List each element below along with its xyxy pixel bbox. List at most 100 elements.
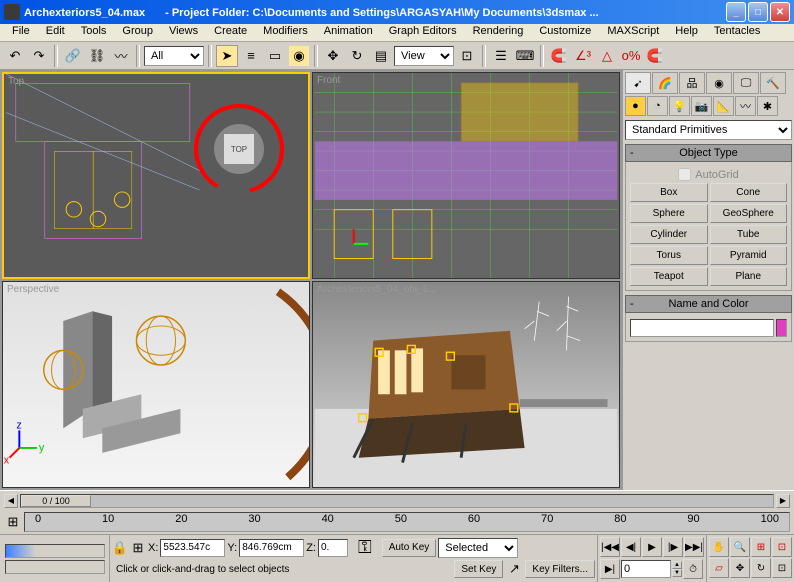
teapot-button[interactable]: Teapot <box>630 267 708 286</box>
menu-customize[interactable]: Customize <box>531 24 599 41</box>
menu-help[interactable]: Help <box>667 24 706 41</box>
percent-snap-button[interactable]: △ <box>596 45 618 67</box>
menu-maxscript[interactable]: MAXScript <box>599 24 667 41</box>
undo-button[interactable]: ↶ <box>4 45 26 67</box>
key-mode-dropdown[interactable]: Selected <box>438 538 518 558</box>
z-input[interactable] <box>318 539 348 557</box>
object-name-input[interactable] <box>630 319 774 337</box>
select-region-button[interactable]: ▭ <box>264 45 286 67</box>
snap-toggle-button[interactable]: 🧲 <box>548 45 570 67</box>
snap-options-button[interactable]: 🧲 <box>644 45 666 67</box>
menu-views[interactable]: Views <box>161 24 206 41</box>
fov-button[interactable]: ▱ <box>709 558 729 578</box>
redo-button[interactable]: ↷ <box>28 45 50 67</box>
autokey-button[interactable]: Auto Key <box>382 539 437 557</box>
time-config-button[interactable]: ⏱ <box>683 559 703 579</box>
torus-button[interactable]: Torus <box>630 246 708 265</box>
track-right-button[interactable]: ▶ <box>776 494 790 508</box>
rotate-button[interactable]: ↻ <box>346 45 368 67</box>
display-tab[interactable]: 🖵 <box>733 72 759 94</box>
viewport-front[interactable]: Front <box>312 72 620 279</box>
move-button[interactable]: ✥ <box>322 45 344 67</box>
abs-rel-button[interactable]: ⊞ <box>130 540 146 556</box>
cone-button[interactable]: Cone <box>710 183 788 202</box>
create-tab[interactable]: ➹ <box>625 72 651 94</box>
zoom-all-button[interactable]: ⊞ <box>751 537 771 557</box>
utilities-tab[interactable]: 🔨 <box>760 72 786 94</box>
menu-tools[interactable]: Tools <box>73 24 115 41</box>
spinner-snap-button[interactable]: o% <box>620 45 642 67</box>
hierarchy-tab[interactable]: 品 <box>679 72 705 94</box>
systems-subtab[interactable]: ✱ <box>757 96 778 116</box>
motion-tab[interactable]: ◉ <box>706 72 732 94</box>
link-button[interactable]: 🔗 <box>62 45 84 67</box>
play-button[interactable]: ▶ <box>642 537 662 557</box>
pan-button[interactable]: ✋ <box>709 537 729 557</box>
object-type-rollout-header[interactable]: - Object Type <box>625 144 792 162</box>
zoom-extents-button[interactable]: 🔍 <box>730 537 750 557</box>
menu-edit[interactable]: Edit <box>38 24 73 41</box>
sphere-button[interactable]: Sphere <box>630 204 708 223</box>
select-button[interactable]: ➤ <box>216 45 238 67</box>
close-button[interactable]: ✕ <box>770 2 790 22</box>
geometry-subtab[interactable]: ● <box>625 96 646 116</box>
manipulate-button[interactable]: ☰ <box>490 45 512 67</box>
autogrid-checkbox[interactable] <box>678 168 691 181</box>
cylinder-button[interactable]: Cylinder <box>630 225 708 244</box>
menu-modifiers[interactable]: Modifiers <box>255 24 316 41</box>
menu-group[interactable]: Group <box>114 24 161 41</box>
menu-animation[interactable]: Animation <box>316 24 381 41</box>
next-frame-button[interactable]: |▶ <box>663 537 683 557</box>
helpers-subtab[interactable]: 📐 <box>713 96 734 116</box>
pan-view-button[interactable]: ✥ <box>730 558 750 578</box>
maximize-button[interactable]: □ <box>748 2 768 22</box>
tube-button[interactable]: Tube <box>710 225 788 244</box>
time-slider-handle[interactable]: 0 / 100 <box>21 495 91 507</box>
orbit-button[interactable]: ↻ <box>751 558 771 578</box>
prev-frame-button[interactable]: ◀| <box>621 537 641 557</box>
viewport-camera[interactable]: Archexteriors5_04_obi_1... <box>312 281 620 488</box>
shapes-subtab[interactable]: ◔ <box>647 96 668 116</box>
minimize-button[interactable]: _ <box>726 2 746 22</box>
bind-spacewarp-button[interactable]: 〰 <box>110 45 132 67</box>
goto-start-button[interactable]: |◀◀ <box>600 537 620 557</box>
angle-snap-button[interactable]: ∠³ <box>572 45 594 67</box>
plane-button[interactable]: Plane <box>710 267 788 286</box>
menu-tentacles[interactable]: Tentacles <box>706 24 768 41</box>
frame-up-spinner[interactable]: ▲ <box>672 561 682 569</box>
x-input[interactable] <box>160 539 225 557</box>
lights-subtab[interactable]: 💡 <box>669 96 690 116</box>
color-swatch[interactable] <box>776 319 787 337</box>
menu-graph-editors[interactable]: Graph Editors <box>381 24 465 41</box>
y-input[interactable] <box>239 539 304 557</box>
lock-button[interactable]: 🔒 <box>112 540 128 556</box>
track-left-button[interactable]: ◀ <box>4 494 18 508</box>
keyboard-shortcut-button[interactable]: ⌨ <box>514 45 536 67</box>
goto-end-button[interactable]: ▶▶| <box>684 537 704 557</box>
primitive-type-dropdown[interactable]: Standard Primitives <box>625 120 792 140</box>
spacewarps-subtab[interactable]: 〰 <box>735 96 756 116</box>
unlink-button[interactable]: ⛓ <box>86 45 108 67</box>
trackview-button[interactable]: ⊞ <box>4 514 22 530</box>
box-button[interactable]: Box <box>630 183 708 202</box>
frame-down-spinner[interactable]: ▼ <box>672 569 682 577</box>
modify-tab[interactable]: 🌈 <box>652 72 678 94</box>
selection-filter-dropdown[interactable]: All <box>144 46 204 66</box>
geosphere-button[interactable]: GeoSphere <box>710 204 788 223</box>
pyramid-button[interactable]: Pyramid <box>710 246 788 265</box>
select-by-name-button[interactable]: ≡ <box>240 45 262 67</box>
menu-create[interactable]: Create <box>206 24 255 41</box>
time-slider[interactable]: 0 / 100 <box>20 494 774 508</box>
key-mode-toggle[interactable]: ▶| <box>600 559 620 579</box>
name-color-rollout-header[interactable]: - Name and Color <box>625 295 792 313</box>
viewport-top[interactable]: Top TOP <box>2 72 310 279</box>
menu-rendering[interactable]: Rendering <box>465 24 532 41</box>
ref-coord-dropdown[interactable]: View <box>394 46 454 66</box>
scale-button[interactable]: ▤ <box>370 45 392 67</box>
menu-file[interactable]: File <box>4 24 38 41</box>
maximize-viewport-button[interactable]: ⊡ <box>772 558 792 578</box>
pivot-button[interactable]: ⊡ <box>456 45 478 67</box>
viewport-perspective[interactable]: Perspective <box>2 281 310 488</box>
zoom-region-button[interactable]: ⊡ <box>772 537 792 557</box>
cameras-subtab[interactable]: 📷 <box>691 96 712 116</box>
